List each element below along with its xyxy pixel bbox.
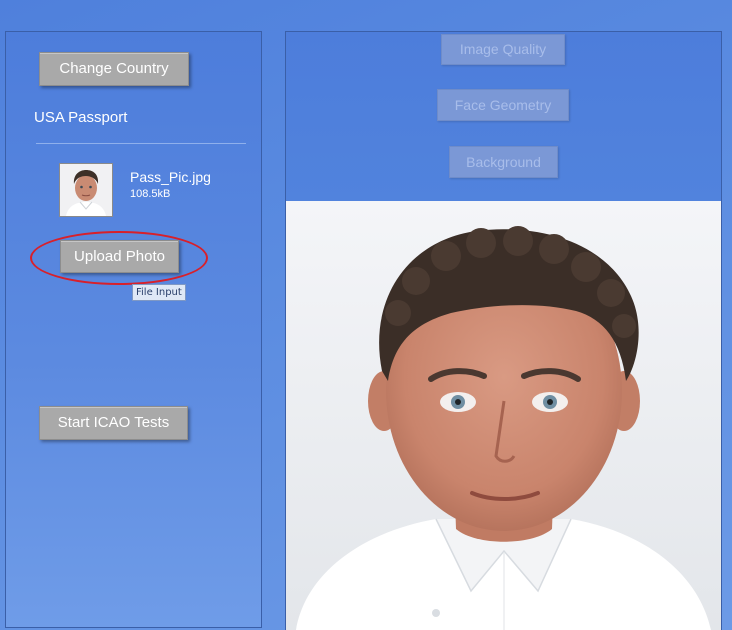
country-label: USA Passport xyxy=(34,109,128,126)
change-country-button[interactable]: Change Country xyxy=(39,52,189,86)
portrait-thumbnail-icon xyxy=(60,164,112,216)
file-size: 108.5kB xyxy=(130,188,171,200)
passport-photo-preview xyxy=(285,201,722,630)
test-tabs-panel: Image Quality Face Geometry Background xyxy=(285,31,722,201)
face-geometry-button[interactable]: Face Geometry xyxy=(437,89,569,121)
highlight-annotation-ellipse xyxy=(30,231,208,285)
image-quality-button[interactable]: Image Quality xyxy=(441,34,565,65)
file-input-tooltip: File Input xyxy=(132,284,186,301)
passport-photo-portrait-icon xyxy=(286,201,721,630)
divider xyxy=(36,143,246,144)
start-icao-tests-button[interactable]: Start ICAO Tests xyxy=(39,406,188,440)
left-control-panel: Change Country USA Passport Pass_Pic.jpg… xyxy=(5,31,262,628)
background-button[interactable]: Background xyxy=(449,146,558,178)
photo-thumbnail xyxy=(59,163,113,217)
file-name: Pass_Pic.jpg xyxy=(130,169,211,185)
